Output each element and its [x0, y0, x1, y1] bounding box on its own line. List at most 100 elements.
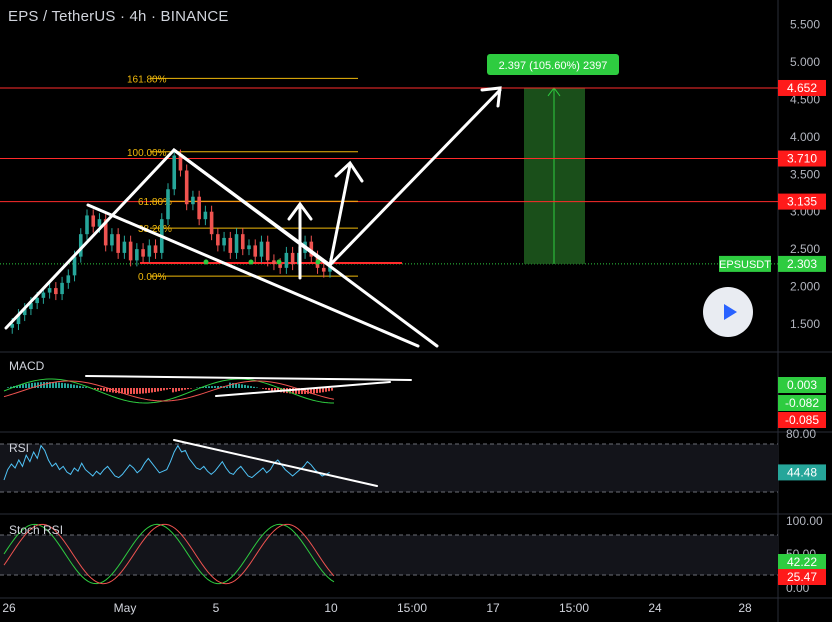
macd-histogram-bar: [160, 388, 162, 391]
candle-body: [54, 288, 58, 295]
macd-histogram-bar: [190, 388, 192, 389]
time-tick-label: 24: [648, 601, 662, 615]
candle-body: [265, 241, 270, 261]
macd-histogram-bar: [328, 388, 330, 392]
rsi-label: RSI: [9, 441, 30, 455]
macd-histogram-bar: [79, 385, 81, 388]
candle-body: [197, 196, 201, 220]
macd-histogram-bar: [100, 388, 102, 391]
macd-histogram-bar: [208, 386, 210, 388]
candle-body: [141, 249, 145, 257]
macd-histogram-bar: [271, 388, 273, 391]
candle-body: [178, 155, 183, 171]
macd-histogram-bar: [64, 383, 66, 388]
macd-histogram-bar: [322, 388, 324, 393]
rsi-tick-label: 80.00: [786, 427, 816, 441]
macd-histogram-bar: [148, 388, 150, 393]
macd-histogram-bar: [145, 388, 147, 394]
candle-body: [153, 245, 158, 253]
macd-histogram-bar: [253, 386, 255, 388]
candle-body: [91, 215, 96, 227]
candle-body: [290, 252, 295, 265]
macd-histogram-bar: [265, 388, 267, 390]
time-tick-label: 17: [486, 601, 500, 615]
price-tick-label: 4.000: [790, 130, 820, 144]
symbol-tag-text: EPSUSDT: [719, 259, 771, 271]
macd-histogram-bar: [319, 388, 321, 393]
macd-histogram-bar: [136, 388, 138, 394]
macd-histogram-bar: [22, 384, 24, 388]
macd-histogram-bar: [25, 383, 27, 388]
macd-histogram-bar: [169, 388, 171, 390]
macd-histogram-bar: [166, 388, 168, 390]
macd-histogram-bar: [97, 388, 99, 390]
candle-body: [147, 245, 152, 257]
candle-body: [60, 282, 64, 295]
macd-histogram-bar: [127, 388, 129, 394]
macd-histogram-bar: [256, 387, 258, 388]
candle-body: [272, 260, 276, 265]
macd-histogram-bar: [139, 388, 141, 394]
macd-histogram-bar: [268, 388, 270, 391]
price-tick-label: 1.500: [790, 317, 820, 331]
macd-histogram-bar: [7, 387, 9, 388]
pivot-dot: [276, 259, 282, 265]
macd-histogram-bar: [37, 382, 39, 388]
macd-histogram-bar: [331, 388, 333, 391]
macd-histogram-bar: [43, 382, 45, 388]
fib-level-label: 0.00%: [138, 272, 166, 283]
macd-histogram-bar: [76, 385, 78, 388]
macd-histogram-bar: [55, 382, 57, 388]
macd-histogram-bar: [46, 382, 48, 388]
candle-body: [116, 234, 120, 253]
candle-body: [278, 264, 282, 268]
candle-body: [35, 297, 39, 304]
macd-histogram-bar: [73, 384, 75, 388]
candle-body: [191, 196, 195, 205]
price-tick-label: 2.500: [790, 242, 820, 256]
candle-body: [222, 237, 226, 246]
pivot-dot: [203, 259, 209, 265]
macd-histogram-bar: [157, 388, 159, 392]
macd-histogram-bar: [154, 388, 156, 392]
macd-histogram-bar: [205, 386, 207, 388]
price-label-text: 3.710: [787, 152, 817, 166]
candle-body: [228, 237, 233, 253]
macd-histogram-bar: [241, 384, 243, 388]
macd-histogram-bar: [217, 386, 219, 388]
macd-histogram-bar: [133, 388, 135, 394]
pivot-dot: [315, 259, 321, 265]
macd-value-text: -0.085: [785, 413, 819, 427]
macd-histogram-bar: [175, 388, 177, 392]
macd-histogram-bar: [247, 385, 249, 388]
rsi-value-text: 44.48: [787, 465, 817, 479]
price-label-text: 4.652: [787, 81, 817, 95]
macd-label: MACD: [9, 359, 45, 373]
candle-body: [166, 189, 170, 220]
candle-body: [172, 155, 177, 190]
macd-histogram-bar: [172, 388, 174, 393]
time-tick-label: 10: [324, 601, 338, 615]
candle-body: [240, 234, 245, 250]
macd-histogram-bar: [181, 388, 183, 391]
macd-histogram-bar: [142, 388, 144, 394]
target-annotation-text: 2.397 (105.60%) 2397: [499, 60, 608, 72]
macd-histogram-bar: [214, 386, 216, 388]
macd-value-text: 0.003: [787, 378, 817, 392]
macd-histogram-bar: [250, 386, 252, 388]
macd-histogram-bar: [61, 382, 63, 388]
candle-body: [66, 275, 71, 283]
macd-histogram-bar: [70, 384, 72, 388]
play-button[interactable]: [703, 287, 753, 337]
time-tick-label: 15:00: [397, 601, 427, 615]
macd-histogram-bar: [262, 388, 264, 389]
candle-body: [110, 234, 114, 246]
macd-histogram-bar: [187, 388, 189, 390]
price-label-text: 3.135: [787, 195, 817, 209]
candle-body: [234, 234, 239, 253]
candle-body: [135, 249, 139, 261]
candle-body: [259, 241, 264, 257]
fib-level-label: 100.00%: [127, 148, 167, 159]
macd-histogram-bar: [103, 388, 105, 392]
price-tick-label: 2.000: [790, 280, 820, 294]
